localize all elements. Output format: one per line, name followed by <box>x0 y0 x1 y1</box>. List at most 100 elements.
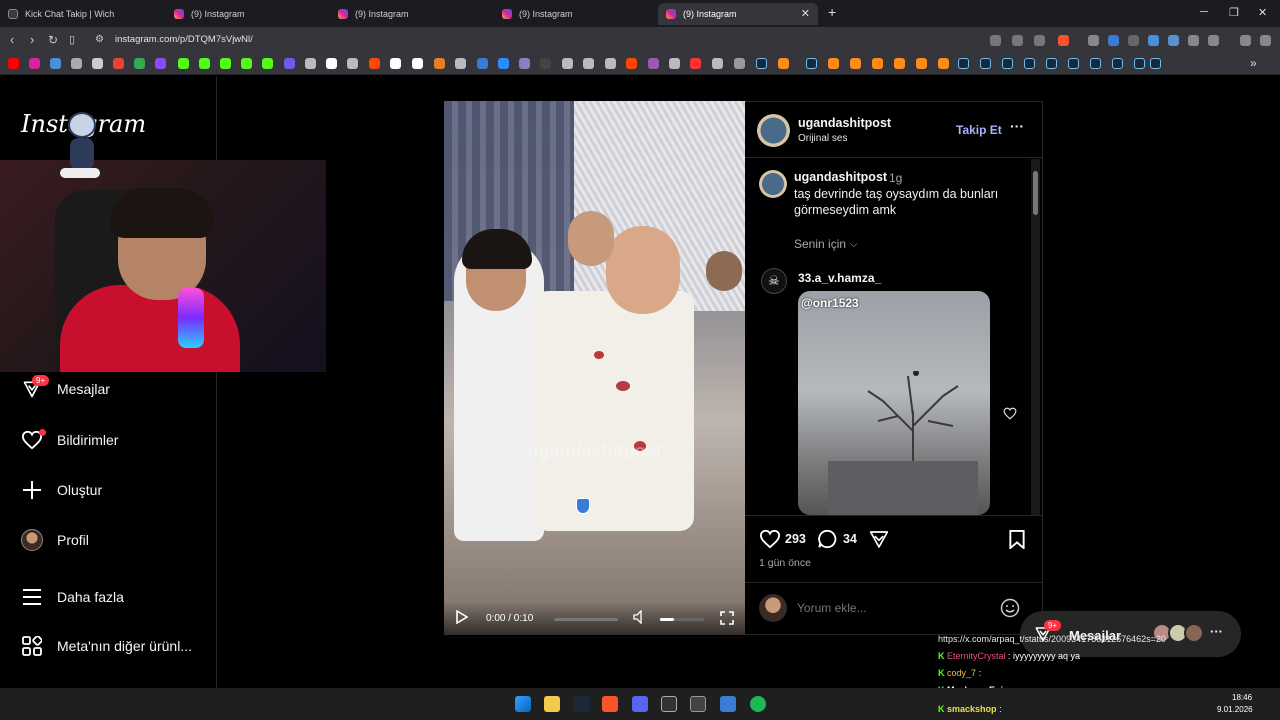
menu-icon[interactable] <box>1260 35 1271 46</box>
youtube-bookmark-icon[interactable] <box>8 58 19 69</box>
discord-icon[interactable] <box>632 696 648 712</box>
extension-icon[interactable] <box>1128 35 1139 46</box>
browser-tab[interactable]: (9) Instagram <box>494 3 654 25</box>
volume-icon[interactable] <box>633 610 645 624</box>
kick-bookmark-icon[interactable] <box>178 58 189 69</box>
bookmark-icon[interactable] <box>305 58 316 69</box>
sidebar-item-messages[interactable]: Mesajlar 9+ <box>21 375 110 400</box>
bookmark-icon[interactable] <box>477 58 488 69</box>
bookmark-icon[interactable] <box>412 58 423 69</box>
brave-icon[interactable] <box>602 696 618 712</box>
reload-icon[interactable]: ↻ <box>48 33 58 47</box>
sidebar-item-more[interactable]: Daha fazla <box>21 586 124 608</box>
sidebar-item-notifications[interactable]: Bildirimler <box>21 429 118 451</box>
browser-tab[interactable]: Kick Chat Takip | Wich <box>0 3 160 25</box>
bookmark-icon[interactable] <box>583 58 594 69</box>
browser-tab[interactable]: (9) Instagram <box>330 3 490 25</box>
browser-tab-active[interactable]: (9) Instagram ✕ <box>658 3 818 25</box>
bookmark-icon[interactable] <box>71 58 82 69</box>
bookmark-icon[interactable] <box>712 58 723 69</box>
comment-input[interactable] <box>797 598 987 618</box>
kick-bookmark-icon[interactable] <box>220 58 231 69</box>
steam-bookmark-icon[interactable] <box>1090 58 1101 69</box>
brave-shield-icon[interactable] <box>1058 35 1069 46</box>
bookmark-icon[interactable] <box>669 58 680 69</box>
play-icon[interactable] <box>456 610 468 624</box>
reddit-bookmark-icon[interactable] <box>369 58 380 69</box>
new-tab-button[interactable]: + <box>828 4 836 20</box>
commenter-avatar[interactable]: ☠ <box>761 268 787 294</box>
bookmark-icon[interactable] <box>850 58 861 69</box>
forward-icon[interactable]: › <box>30 32 34 47</box>
comment-like-icon[interactable] <box>1003 407 1017 420</box>
for-you-toggle[interactable]: Senin için ⌵ <box>794 237 858 251</box>
post-video[interactable]: ugandashitpost 0:00 / 0:10 <box>444 101 745 635</box>
like-action[interactable]: 293 <box>759 529 806 549</box>
steam-bookmark-icon[interactable] <box>1024 58 1035 69</box>
bookmark-icon[interactable] <box>828 58 839 69</box>
bookmark-icon[interactable] <box>938 58 949 69</box>
bookmark-icon[interactable] <box>92 58 103 69</box>
bookmark-icon[interactable] <box>562 58 573 69</box>
window-close-icon[interactable]: ✕ <box>1258 6 1267 19</box>
bookmark-icon[interactable] <box>347 58 358 69</box>
media-icon[interactable] <box>1240 35 1251 46</box>
share-icon[interactable] <box>869 530 889 549</box>
start-menu-icon[interactable] <box>515 696 531 712</box>
bookmark-icon[interactable] <box>455 58 466 69</box>
caption-username[interactable]: ugandashitpost <box>794 170 887 184</box>
comment-action[interactable]: 34 <box>817 529 857 549</box>
audio-label[interactable]: Orijinal ses <box>798 133 847 144</box>
url-field[interactable]: instagram.com/p/DTQM7sVjwNl/ <box>115 34 253 45</box>
emoji-icon[interactable] <box>1000 598 1020 618</box>
bookmark-icon[interactable] <box>498 58 509 69</box>
browser-tab[interactable]: (9) Instagram <box>166 3 326 25</box>
video-progress-bar[interactable] <box>554 618 618 621</box>
bookmark-icon[interactable] <box>626 58 637 69</box>
twitch-bookmark-icon[interactable] <box>155 58 166 69</box>
steam-icon[interactable] <box>573 696 589 712</box>
more-bookmarks-icon[interactable]: » <box>1250 56 1257 70</box>
comment-image[interactable]: @onr1523 <box>798 291 990 515</box>
fullscreen-icon[interactable] <box>720 611 734 625</box>
cast-icon[interactable] <box>990 35 1001 46</box>
back-icon[interactable]: ‹ <box>10 32 14 47</box>
gmail-bookmark-icon[interactable] <box>113 58 124 69</box>
sidebar-icon[interactable] <box>1208 35 1219 46</box>
steam-bookmark-icon[interactable] <box>806 58 817 69</box>
app-icon[interactable] <box>690 696 706 712</box>
steam-bookmark-icon[interactable] <box>756 58 767 69</box>
sidebar-item-profile[interactable]: Profil <box>21 529 89 551</box>
bookmark-icon[interactable] <box>390 58 401 69</box>
folder-bookmark-icon[interactable] <box>734 58 745 69</box>
follow-button[interactable]: Takip Et <box>956 123 1002 137</box>
bookmark-icon[interactable] <box>50 58 61 69</box>
clock-time[interactable]: 18:46 <box>1232 693 1252 702</box>
more-options-icon[interactable]: ··· <box>1010 118 1024 134</box>
extensions-puzzle-icon[interactable] <box>1188 35 1199 46</box>
spotify-icon[interactable] <box>750 696 766 712</box>
bookmark-icon[interactable] <box>778 58 789 69</box>
extension-icon[interactable] <box>1108 35 1119 46</box>
caption-avatar[interactable] <box>759 170 787 198</box>
steam-bookmark-icon[interactable] <box>1068 58 1079 69</box>
extension-icon[interactable] <box>1088 35 1099 46</box>
bookmark-icon[interactable] <box>284 58 295 69</box>
app-icon[interactable] <box>720 696 736 712</box>
steam-bookmark-icon[interactable] <box>958 58 969 69</box>
save-bookmark-icon[interactable] <box>1009 530 1025 549</box>
bookmark-icon[interactable] <box>916 58 927 69</box>
kick-bookmark-icon[interactable] <box>199 58 210 69</box>
bookmark-icon[interactable] <box>540 58 551 69</box>
x-bookmark-icon[interactable] <box>326 58 337 69</box>
clock-date[interactable]: 9.01.2026 <box>1217 705 1253 714</box>
bookmark-icon[interactable]: ▯ <box>69 33 75 46</box>
minimize-icon[interactable]: ─ <box>1200 6 1208 18</box>
share-icon[interactable] <box>1034 35 1045 46</box>
bookmark-icon[interactable] <box>519 58 530 69</box>
steam-bookmark-icon[interactable] <box>1002 58 1013 69</box>
app-icon[interactable] <box>661 696 677 712</box>
bookmark-icon[interactable] <box>434 58 445 69</box>
comments-scrollbar[interactable] <box>1031 159 1040 515</box>
steam-bookmark-icon[interactable] <box>1112 58 1123 69</box>
